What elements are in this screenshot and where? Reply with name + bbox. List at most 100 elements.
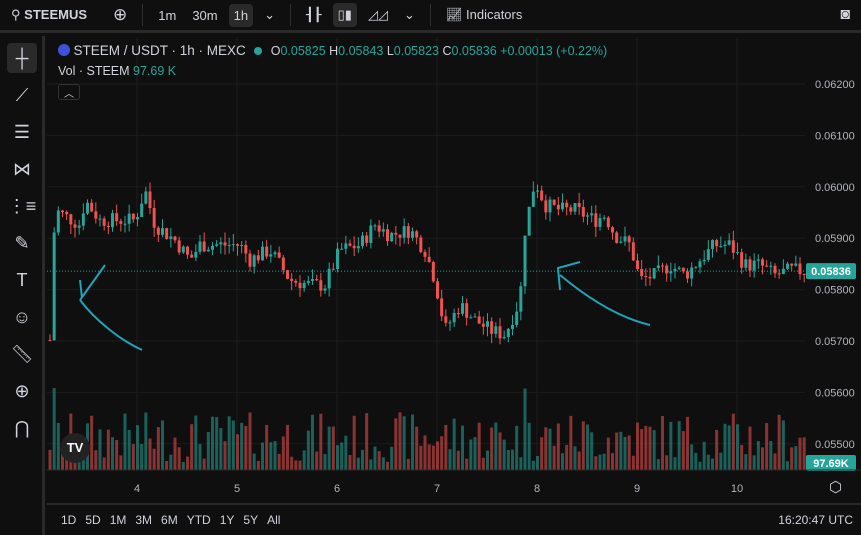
- interval-30m[interactable]: 30m: [187, 4, 222, 27]
- tradingview-logo: TV: [60, 433, 90, 463]
- forecast-icon[interactable]: ⋮≡: [7, 191, 37, 221]
- candle: [206, 249, 210, 252]
- volume-bar: [361, 449, 364, 470]
- candle: [186, 246, 189, 255]
- candle: [552, 199, 556, 205]
- volume-bar: [273, 441, 277, 470]
- crosshair-icon[interactable]: ┼: [7, 43, 37, 73]
- volume-bar: [648, 426, 652, 470]
- volume-bar: [719, 452, 723, 470]
- chart-settings-icon[interactable]: ⬡: [829, 478, 842, 496]
- candle: [336, 248, 339, 270]
- volume-bar: [265, 425, 269, 470]
- symbol-search[interactable]: ⚲ STEEMUS: [6, 3, 92, 27]
- volume-bar: [690, 444, 694, 470]
- emoji-icon[interactable]: ☺: [7, 302, 37, 332]
- volume-bar: [652, 430, 656, 470]
- range-5y[interactable]: 5Y: [243, 513, 258, 527]
- magnet-icon[interactable]: ⋂: [7, 413, 37, 443]
- volume-bar: [606, 437, 610, 470]
- volume-bar: [536, 456, 539, 470]
- candle: [381, 229, 385, 232]
- collapse-legend-button[interactable]: ︿: [58, 84, 80, 100]
- symbol-title[interactable]: STEEM / USDT · 1h · MEXC: [73, 43, 245, 58]
- candles-icon[interactable]: ▯▮: [332, 3, 357, 27]
- candle: [644, 276, 648, 278]
- volume-bar: [373, 446, 377, 470]
- candle: [731, 240, 735, 253]
- interval-1h[interactable]: 1h: [228, 3, 254, 27]
- candle: [694, 267, 698, 269]
- volume-bar: [152, 448, 156, 470]
- volume-bar: [640, 429, 644, 470]
- range-6m[interactable]: 6M: [161, 513, 178, 527]
- candle: [181, 246, 185, 253]
- volume-bar: [131, 444, 135, 470]
- volume-bar: [290, 456, 294, 470]
- range-1m[interactable]: 1M: [110, 513, 127, 527]
- candle: [744, 259, 748, 268]
- candle: [723, 244, 727, 246]
- volume-bar: [765, 423, 769, 470]
- volume-bar: [594, 456, 598, 470]
- search-icon: ⚲: [11, 7, 21, 22]
- candle: [456, 313, 460, 315]
- volume-bar: [711, 458, 714, 470]
- ruler-icon[interactable]: 📏︎: [7, 339, 37, 369]
- area-chart-icon[interactable]: ◿◿: [363, 3, 393, 27]
- volume-bar: [261, 442, 264, 470]
- range-3m[interactable]: 3M: [135, 513, 152, 527]
- text-icon[interactable]: T: [7, 265, 37, 295]
- x-tick-label: 7: [434, 483, 440, 495]
- candle: [373, 225, 377, 227]
- candle: [331, 268, 335, 270]
- pattern-icon[interactable]: ⋈: [7, 154, 37, 184]
- zoom-in-icon[interactable]: ⊕: [7, 376, 37, 406]
- candle: [131, 213, 135, 220]
- volume-bar: [794, 446, 798, 470]
- range-ytd[interactable]: YTD: [187, 513, 211, 527]
- candle: [269, 254, 273, 257]
- compare-button[interactable]: ⊕: [108, 1, 132, 29]
- y-tick-label: 0.05800: [815, 285, 855, 297]
- volume-bar: [394, 418, 398, 470]
- candle: [590, 213, 594, 216]
- volume-bar: [602, 453, 606, 470]
- candle: [86, 202, 89, 214]
- brush-icon[interactable]: ✎: [7, 228, 37, 258]
- volume-bar: [786, 461, 789, 470]
- change: +0.00013 (+0.22%): [500, 44, 608, 58]
- range-1y[interactable]: 1Y: [220, 513, 235, 527]
- candle: [423, 251, 427, 257]
- volume-bar: [431, 445, 435, 470]
- candle: [102, 218, 106, 226]
- volume-bar: [444, 425, 448, 470]
- y-tick-label: 0.05600: [815, 387, 855, 399]
- volume-bar: [115, 440, 119, 470]
- candle: [394, 232, 398, 235]
- y-tick-label: 0.06200: [815, 79, 855, 91]
- volume-bar: [465, 458, 469, 470]
- candle: [311, 279, 314, 281]
- fib-icon[interactable]: ☰: [7, 117, 37, 147]
- candle: [52, 232, 56, 341]
- range-5d[interactable]: 5D: [85, 513, 100, 527]
- volume-bar: [802, 437, 806, 470]
- volume-bar: [215, 417, 219, 470]
- volume-bar: [369, 459, 373, 470]
- trendline-icon[interactable]: ⟋: [7, 80, 37, 110]
- chevron-down-icon[interactable]: ⌄: [399, 3, 420, 27]
- chevron-down-icon[interactable]: ⌄: [259, 3, 280, 27]
- bar-chart-icon[interactable]: ┨┠: [301, 3, 327, 27]
- volume-bar: [440, 436, 444, 470]
- camera-icon[interactable]: ◙: [835, 2, 855, 28]
- candle: [298, 282, 302, 289]
- candle: [273, 252, 277, 255]
- interval-1m[interactable]: 1m: [153, 4, 181, 27]
- indicators-icon: 📈︎: [445, 7, 463, 22]
- range-all[interactable]: All: [267, 513, 280, 527]
- indicators-button[interactable]: 📈︎ Indicators: [441, 3, 528, 27]
- volume-bar: [686, 416, 689, 470]
- range-1d[interactable]: 1D: [61, 513, 76, 527]
- candle: [615, 232, 619, 243]
